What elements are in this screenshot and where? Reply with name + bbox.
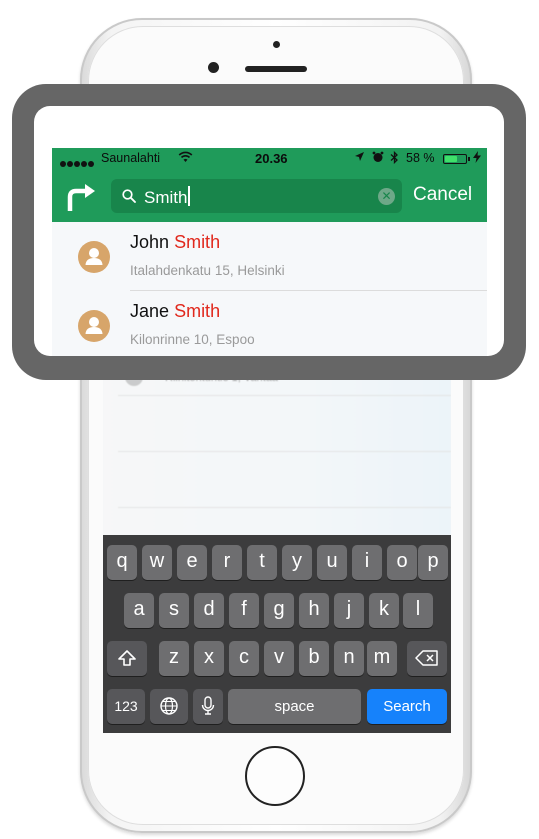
alarm-clock-icon [372,151,384,166]
bluetooth-icon [390,150,399,167]
contact-name: Jane Smith [130,301,220,322]
key-f[interactable]: f [229,593,259,628]
matched-text: Smith [174,301,221,321]
key-p[interactable]: p [418,545,448,580]
home-button[interactable] [245,746,305,806]
key-c[interactable]: c [229,641,259,676]
contact-name: John Smith [130,232,220,253]
location-arrow-icon [354,151,365,165]
key-v[interactable]: v [264,641,294,676]
key-l[interactable]: l [403,593,433,628]
key-s[interactable]: s [159,593,189,628]
shift-key[interactable] [107,641,147,676]
clear-search-icon[interactable]: ✕ [378,188,395,205]
search-key[interactable]: Search [367,689,447,724]
search-icon [122,189,136,203]
magnifier-frame: Saunalahti 20.36 58 % Smith ✕ Cancel Joh… [12,84,526,380]
contact-avatar [78,241,110,273]
contact-address: Italahdenkatu 15, Helsinki [130,263,285,278]
charging-bolt-icon [473,151,481,166]
key-x[interactable]: x [194,641,224,676]
key-h[interactable]: h [299,593,329,628]
cancel-button[interactable]: Cancel [413,184,472,206]
key-d[interactable]: d [194,593,224,628]
background-divider [118,507,451,508]
contact-first-name: Jane [130,301,170,321]
person-icon [85,248,103,265]
key-e[interactable]: e [177,545,207,580]
text-cursor [188,186,191,206]
shift-icon [118,650,136,666]
person-icon [85,317,103,334]
microphone-icon [201,696,215,715]
key-z[interactable]: z [159,641,189,676]
app-view: Saunalahti 20.36 58 % Smith ✕ Cancel Joh… [52,148,487,356]
space-key[interactable]: space [228,689,361,724]
carrier-label: Saunalahti [101,151,161,165]
key-q[interactable]: q [107,545,137,580]
background-divider [118,395,451,396]
contact-address: Kilonrinne 10, Espoo [130,332,255,347]
background-divider [118,451,451,452]
key-b[interactable]: b [299,641,329,676]
matched-text: Smith [174,232,221,252]
key-y[interactable]: y [282,545,312,580]
key-a[interactable]: a [124,593,154,628]
proximity-sensor [273,41,280,48]
search-bar: Smith ✕ Cancel [52,170,487,222]
earpiece-speaker [245,66,307,72]
numbers-key[interactable]: 123 [107,689,145,724]
signal-strength-icon [60,156,95,170]
key-n[interactable]: n [334,641,364,676]
backspace-key[interactable] [407,641,447,676]
contact-first-name: John [130,232,170,252]
key-i[interactable]: i [352,545,382,580]
key-w[interactable]: w [142,545,172,580]
clock: 20.36 [255,151,288,166]
status-bar: Saunalahti 20.36 58 % [52,148,487,170]
globe-key[interactable] [150,689,188,724]
result-row[interactable]: John Smith Italahdenkatu 15, Helsinki [52,222,487,290]
key-o[interactable]: o [387,545,417,580]
battery-percentage: 58 % [406,151,435,165]
key-t[interactable]: t [247,545,277,580]
key-j[interactable]: j [334,593,364,628]
key-r[interactable]: r [212,545,242,580]
directions-turn-icon[interactable] [64,181,98,213]
contact-avatar [78,310,110,342]
battery-icon [443,154,467,164]
search-query: Smith [144,186,191,208]
battery-tip [468,157,470,161]
globe-icon [160,697,178,715]
key-u[interactable]: u [317,545,347,580]
wifi-icon [178,151,193,166]
search-input[interactable]: Smith ✕ [111,179,402,213]
backspace-icon [415,650,438,666]
result-row[interactable]: Jane Smith Kilonrinne 10, Espoo [52,291,487,356]
front-camera [208,62,219,73]
key-k[interactable]: k [369,593,399,628]
keyboard: q w e r t y u i o p a s d f g h j k l z … [103,535,451,733]
magnifier-window: Saunalahti 20.36 58 % Smith ✕ Cancel Joh… [34,106,504,356]
dictation-key[interactable] [193,689,223,724]
key-g[interactable]: g [264,593,294,628]
search-query-text: Smith [144,188,188,207]
search-results: John Smith Italahdenkatu 15, Helsinki Ja… [52,222,487,356]
key-m[interactable]: m [367,641,397,676]
